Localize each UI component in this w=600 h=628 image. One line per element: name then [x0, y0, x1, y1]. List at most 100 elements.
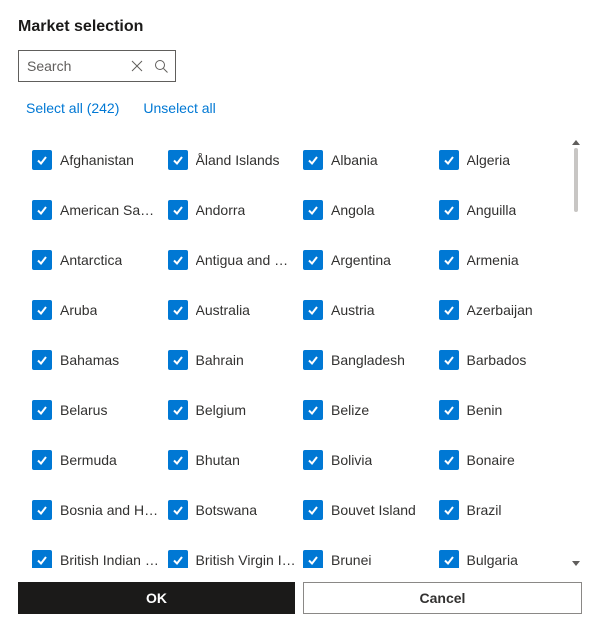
market-checkbox[interactable] [439, 150, 459, 170]
dialog-footer: OK Cancel [18, 568, 582, 628]
market-item: Austria [303, 300, 433, 320]
market-checkbox[interactable] [32, 400, 52, 420]
market-checkbox[interactable] [168, 250, 188, 270]
market-checkbox[interactable] [303, 550, 323, 568]
scrollbar[interactable] [570, 138, 582, 568]
market-checkbox[interactable] [303, 400, 323, 420]
market-item: Andorra [168, 200, 298, 220]
market-label: Bosnia and Herzegovina [60, 502, 162, 518]
market-item: Belize [303, 400, 433, 420]
market-checkbox[interactable] [168, 450, 188, 470]
market-list-container: AfghanistanÅland IslandsAlbaniaAlgeriaAm… [18, 138, 582, 568]
market-label: Aruba [60, 302, 97, 318]
market-label: British Virgin Islands [196, 552, 298, 568]
market-checkbox[interactable] [439, 500, 459, 520]
market-item: Belarus [32, 400, 162, 420]
market-checkbox[interactable] [168, 550, 188, 568]
market-label: Belize [331, 402, 369, 418]
market-label: Algeria [467, 152, 511, 168]
scroll-down-arrow-icon[interactable] [572, 561, 580, 566]
market-item: Antarctica [32, 250, 162, 270]
market-checkbox[interactable] [439, 350, 459, 370]
unselect-all-link[interactable]: Unselect all [143, 100, 215, 116]
market-list-scroll: AfghanistanÅland IslandsAlbaniaAlgeriaAm… [18, 138, 582, 568]
market-checkbox[interactable] [32, 250, 52, 270]
market-label: Belgium [196, 402, 247, 418]
market-checkbox[interactable] [303, 250, 323, 270]
market-checkbox[interactable] [168, 350, 188, 370]
market-label: Brazil [467, 502, 502, 518]
market-label: Bahamas [60, 352, 119, 368]
scroll-rail[interactable] [574, 148, 578, 558]
market-checkbox[interactable] [32, 350, 52, 370]
market-label: Bulgaria [467, 552, 518, 568]
market-checkbox[interactable] [32, 300, 52, 320]
scroll-up-arrow-icon[interactable] [572, 140, 580, 145]
market-item: Aruba [32, 300, 162, 320]
market-item: Bonaire [439, 450, 569, 470]
scroll-thumb[interactable] [574, 148, 578, 212]
market-checkbox[interactable] [168, 150, 188, 170]
market-label: Bouvet Island [331, 502, 416, 518]
market-checkbox[interactable] [303, 150, 323, 170]
select-all-link[interactable]: Select all (242) [26, 100, 119, 116]
market-label: Brunei [331, 552, 371, 568]
market-item: Botswana [168, 500, 298, 520]
market-checkbox[interactable] [32, 200, 52, 220]
market-label: Albania [331, 152, 378, 168]
search-box[interactable] [18, 50, 176, 82]
market-label: Austria [331, 302, 375, 318]
market-grid: AfghanistanÅland IslandsAlbaniaAlgeriaAm… [18, 138, 568, 568]
market-checkbox[interactable] [303, 200, 323, 220]
market-item: Antigua and Barbuda [168, 250, 298, 270]
market-checkbox[interactable] [439, 550, 459, 568]
market-checkbox[interactable] [168, 200, 188, 220]
market-checkbox[interactable] [303, 350, 323, 370]
market-item: Åland Islands [168, 150, 298, 170]
dialog-title: Market selection [18, 18, 582, 36]
market-checkbox[interactable] [439, 250, 459, 270]
ok-button[interactable]: OK [18, 582, 295, 614]
market-checkbox[interactable] [439, 300, 459, 320]
market-item: Bangladesh [303, 350, 433, 370]
market-item: Anguilla [439, 200, 569, 220]
market-checkbox[interactable] [168, 500, 188, 520]
market-checkbox[interactable] [439, 200, 459, 220]
market-item: Belgium [168, 400, 298, 420]
market-item: Argentina [303, 250, 433, 270]
market-item: Benin [439, 400, 569, 420]
market-item: Bouvet Island [303, 500, 433, 520]
market-item: Bolivia [303, 450, 433, 470]
market-checkbox[interactable] [303, 500, 323, 520]
market-checkbox[interactable] [168, 400, 188, 420]
search-icon[interactable] [153, 58, 169, 74]
market-checkbox[interactable] [303, 300, 323, 320]
market-item: Armenia [439, 250, 569, 270]
market-checkbox[interactable] [32, 450, 52, 470]
market-label: Argentina [331, 252, 391, 268]
market-label: Armenia [467, 252, 519, 268]
market-label: Bangladesh [331, 352, 405, 368]
market-checkbox[interactable] [439, 400, 459, 420]
market-checkbox[interactable] [168, 300, 188, 320]
market-label: Bhutan [196, 452, 240, 468]
market-label: Azerbaijan [467, 302, 533, 318]
market-label: British Indian Ocean Territory [60, 552, 162, 568]
market-item: Algeria [439, 150, 569, 170]
search-actions [129, 58, 169, 74]
market-checkbox[interactable] [439, 450, 459, 470]
market-label: Antigua and Barbuda [196, 252, 298, 268]
market-checkbox[interactable] [32, 500, 52, 520]
clear-icon[interactable] [129, 58, 145, 74]
market-item: British Virgin Islands [168, 550, 298, 568]
market-label: Barbados [467, 352, 527, 368]
market-checkbox[interactable] [32, 550, 52, 568]
market-item: Afghanistan [32, 150, 162, 170]
market-item: Brunei [303, 550, 433, 568]
search-input[interactable] [27, 58, 129, 74]
market-selection-dialog: Market selection Select all (242) Unsele… [0, 0, 600, 628]
market-label: Belarus [60, 402, 107, 418]
cancel-button[interactable]: Cancel [303, 582, 582, 614]
market-checkbox[interactable] [32, 150, 52, 170]
market-checkbox[interactable] [303, 450, 323, 470]
